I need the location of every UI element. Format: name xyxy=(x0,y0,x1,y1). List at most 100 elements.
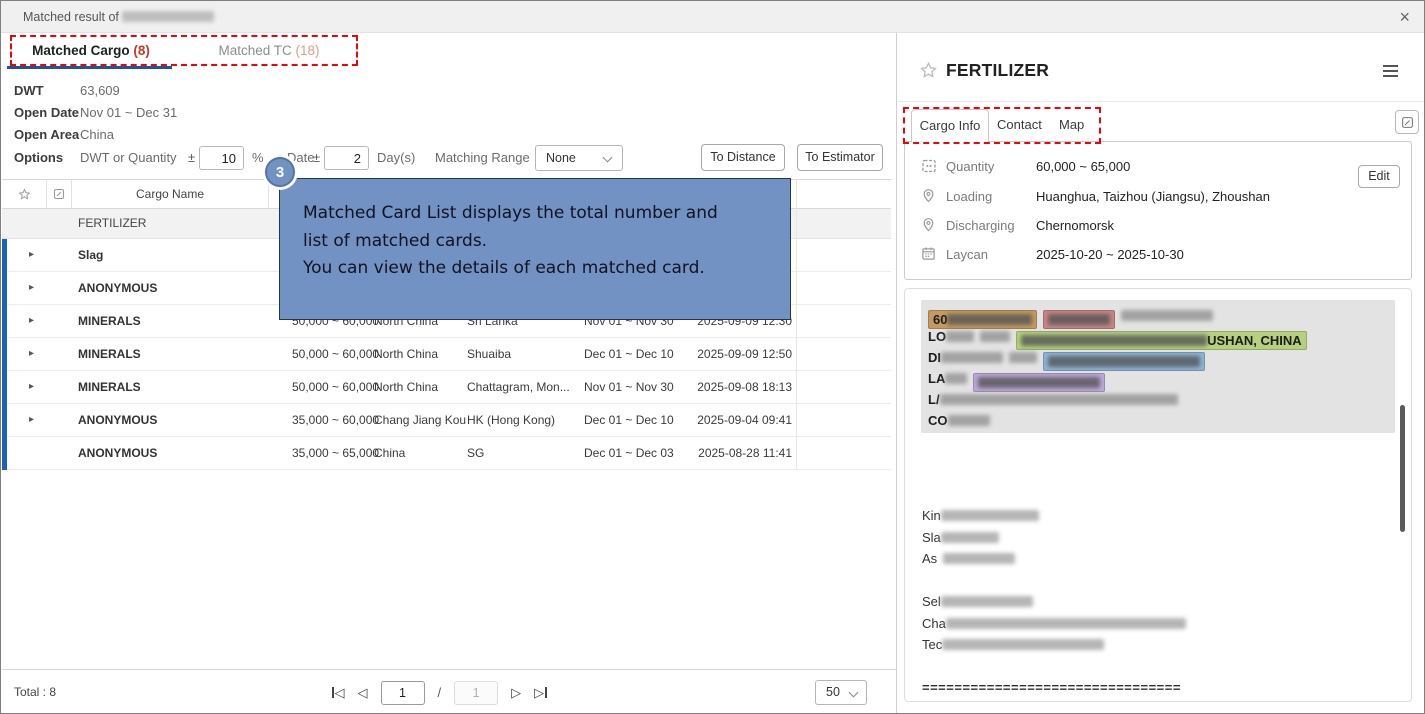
tab-matched-cargo[interactable]: Matched Cargo (8) xyxy=(2,33,180,69)
tab-matched-tc[interactable]: Matched TC (18) xyxy=(180,33,358,69)
cargo-info-card: Quantity 60,000 ~ 65,000 Edit Loading Hu… xyxy=(904,141,1412,280)
expand-icon: ▸ xyxy=(29,272,34,304)
readable-text: Sel xyxy=(922,594,941,609)
matching-range-value: None xyxy=(546,151,576,165)
page-input[interactable] xyxy=(381,681,425,705)
prev-page-button[interactable]: ◁ xyxy=(358,685,368,701)
load-area-cell: North China xyxy=(374,338,438,370)
dwt-row: DWT 63,609 xyxy=(2,80,896,102)
cargo-name-cell: MINERALS xyxy=(78,371,141,403)
discharge-area-cell: HK (Hong Kong) xyxy=(467,404,555,436)
total-pages-input xyxy=(454,681,498,705)
expand-icon: ▸ xyxy=(29,239,34,271)
cargo-name-column-header[interactable]: Cargo Name xyxy=(72,180,269,208)
text-line: LOUSHAN, CHINA xyxy=(928,326,1395,347)
expand-icon: ▸ xyxy=(29,305,34,337)
text-chunk: Tec xyxy=(922,637,1104,652)
table-row[interactable]: ANONYMOUS35,000 ~ 65,000ChinaSGDec 01 ~ … xyxy=(2,437,891,470)
last-page-button[interactable]: ▷ xyxy=(534,685,547,701)
text-line: 60 xyxy=(928,305,1395,326)
text-chunk: ================================ xyxy=(922,680,1181,695)
favorite-star-icon[interactable] xyxy=(919,61,938,85)
edit-note-button[interactable] xyxy=(1395,110,1419,134)
redacted-text xyxy=(941,510,1039,521)
open-date-row: Open Date Nov 01 ~ Dec 31 xyxy=(2,102,896,124)
bar-glyph xyxy=(332,687,334,698)
open-date-value: Nov 01 ~ Dec 31 xyxy=(80,102,177,124)
date-tolerance-input[interactable] xyxy=(324,146,369,170)
tab-map[interactable]: Map xyxy=(1059,109,1084,142)
window-title: Matched result of xyxy=(23,10,214,24)
tab-label: Matched TC xyxy=(218,43,291,58)
first-page-button[interactable]: ◁ xyxy=(332,685,345,701)
table-row[interactable]: ▸MINERALS50,000 ~ 60,000North ChinaShuai… xyxy=(2,338,891,371)
discharging-value: Chernomorsk xyxy=(1036,215,1114,237)
calendar-icon xyxy=(921,246,936,266)
divider xyxy=(898,101,1425,102)
matched-result-window: Matched result of × Matched Cargo (8) Ma… xyxy=(0,0,1425,714)
quantity-cell: 35,000 ~ 60,000 xyxy=(292,404,379,436)
dwt-label: DWT xyxy=(14,80,44,102)
discharge-area-cell: Shuaiba xyxy=(467,338,511,370)
email-source-card: 60LOUSHAN, CHINADILAL/CO KinSlaAsSelChaT… xyxy=(904,288,1412,702)
text-line: Sla xyxy=(922,527,1392,549)
redacted-text xyxy=(940,394,1178,405)
scrollbar-thumb[interactable] xyxy=(1400,405,1405,532)
text-line: Cha xyxy=(922,613,1392,635)
tab-label: Matched Cargo xyxy=(32,43,130,58)
redacted-text xyxy=(978,377,1100,388)
discharging-row: Discharging Chernomorsk xyxy=(905,215,1411,237)
note-column-header[interactable] xyxy=(47,180,72,208)
page-size-select[interactable]: 50 xyxy=(815,680,867,705)
email-signature-block: KinSlaAsSelChaTec=======================… xyxy=(922,505,1392,699)
text-line: CO xyxy=(928,410,1395,431)
matching-range-label: Matching Range xyxy=(435,143,530,173)
tab-contact[interactable]: Contact xyxy=(997,109,1042,142)
text-chunk: DI xyxy=(928,350,1037,365)
quantity-tolerance-input[interactable] xyxy=(199,146,244,170)
discharge-area-cell: Chattagram, Mon... xyxy=(467,371,570,403)
text-chunk: Sel xyxy=(922,594,1033,609)
readable-text: As xyxy=(922,551,937,566)
table-row[interactable]: ▸ANONYMOUS35,000 ~ 60,000Chang Jiang Kou… xyxy=(2,404,891,437)
redacted-text xyxy=(1121,310,1213,321)
title-bar: Matched result of × xyxy=(1,1,1424,33)
text-chunk: As xyxy=(922,551,1015,566)
quantity-value: 60,000 ~ 65,000 xyxy=(1036,156,1130,178)
annotation-step-badge: 3 xyxy=(265,157,295,187)
redacted-text xyxy=(942,639,1104,650)
redacted-text xyxy=(943,553,1015,564)
cargo-detail-panel: FERTILIZER Cargo Info Contact Map Quanti… xyxy=(898,33,1425,714)
source-cargo-name: FERTILIZER xyxy=(78,209,146,238)
window-title-text: Matched result of xyxy=(23,10,119,24)
discharging-label: Discharging xyxy=(946,215,1015,237)
close-icon[interactable]: × xyxy=(1399,6,1410,28)
table-row[interactable]: ▸MINERALS50,000 ~ 60,000North ChinaChatt… xyxy=(2,371,891,404)
edit-button[interactable]: Edit xyxy=(1358,165,1400,188)
readable-text: Cha xyxy=(922,616,946,631)
menu-icon[interactable] xyxy=(1383,65,1398,80)
laycan-row: Laycan 2025-10-20 ~ 2025-10-30 xyxy=(905,244,1411,266)
triangle-right-icon: ▷ xyxy=(534,685,544,701)
next-page-button[interactable]: ▷ xyxy=(511,685,521,701)
expand-icon: ▸ xyxy=(29,404,34,436)
pencil-square-icon xyxy=(1401,116,1414,129)
annotation-line: You can view the details of each matched… xyxy=(303,255,790,283)
loading-label: Loading xyxy=(946,186,992,208)
updated-cell: 2025-09-04 09:41 xyxy=(642,404,792,436)
laycan-label: Laycan xyxy=(946,244,988,266)
redacted-text xyxy=(941,352,1003,363)
favorite-column-header[interactable] xyxy=(2,180,47,208)
to-estimator-button[interactable]: To Estimator xyxy=(797,144,883,171)
readable-text: L/ xyxy=(928,392,940,407)
matching-range-select[interactable]: None xyxy=(535,145,623,171)
redacted-text xyxy=(941,532,999,543)
dwt-value: 63,609 xyxy=(80,80,120,102)
readable-text: DI xyxy=(928,350,941,365)
cargo-name-cell: ANONYMOUS xyxy=(78,272,157,304)
readable-text: LO xyxy=(928,329,946,344)
row-group-selection-bar xyxy=(2,239,7,470)
tab-cargo-info[interactable]: Cargo Info xyxy=(911,109,989,142)
cargo-name-cell: ANONYMOUS xyxy=(78,404,157,436)
to-distance-button[interactable]: To Distance xyxy=(701,144,785,171)
